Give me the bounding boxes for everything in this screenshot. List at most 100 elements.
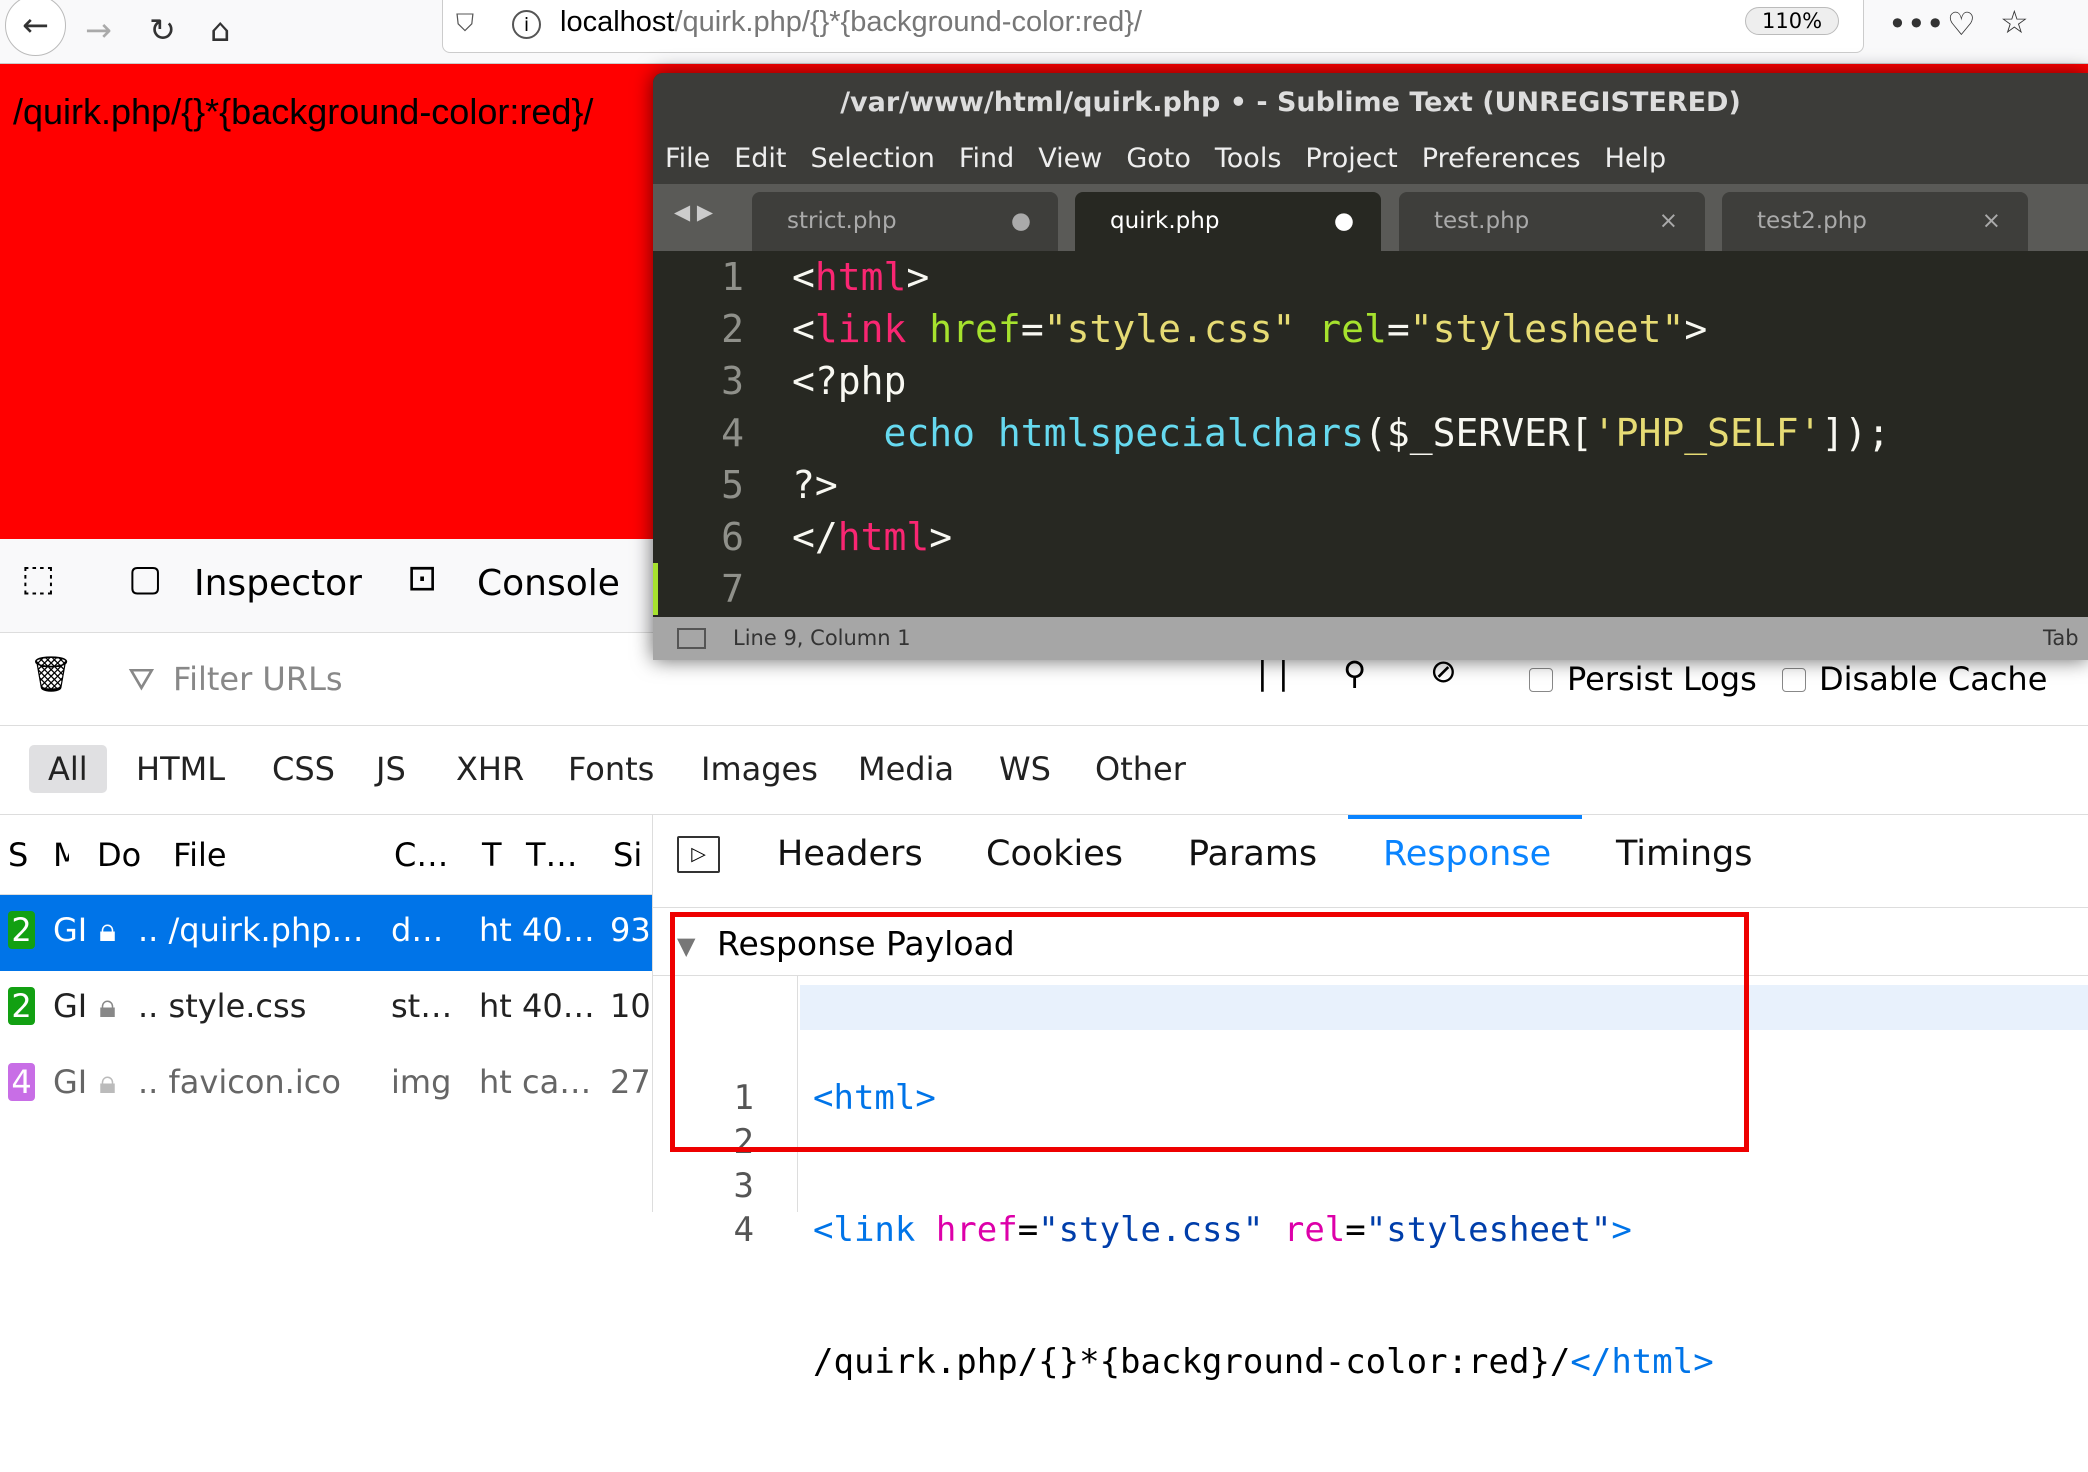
lock-icon: 🔒︎ bbox=[99, 987, 117, 1025]
tab-response[interactable]: Response bbox=[1383, 834, 1551, 874]
pick-element-icon[interactable]: ⬚ bbox=[21, 558, 55, 599]
reload-button[interactable]: ↻ bbox=[149, 11, 176, 49]
zoom-level[interactable]: 110% bbox=[1745, 7, 1840, 35]
browser-toolbar: ← → ↻ ⌂ ⛉ i localhost/quirk.php/{}*{back… bbox=[0, 0, 2088, 64]
persist-logs-checkbox[interactable] bbox=[1529, 668, 1553, 692]
request-row[interactable]: 2 GI 🔒︎ .. /quirk.php… d… ht 40… 93 bbox=[0, 895, 652, 971]
status-badge: 4 bbox=[8, 1063, 35, 1101]
info-icon[interactable]: i bbox=[512, 10, 541, 39]
status-badge: 2 bbox=[8, 911, 35, 949]
forward-button[interactable]: → bbox=[85, 11, 112, 49]
request-row[interactable]: 2 GI 🔒︎ .. style.css st… ht 40… 10 bbox=[0, 971, 652, 1047]
menu-edit[interactable]: Edit bbox=[734, 143, 786, 174]
tab-inspector[interactable]: Inspector bbox=[194, 563, 362, 604]
menu-find[interactable]: Find bbox=[959, 143, 1014, 174]
pocket-icon[interactable]: ♡ bbox=[1947, 5, 1976, 43]
filter-css[interactable]: CSS bbox=[253, 745, 354, 793]
url-bar[interactable]: ⛉ i localhost/quirk.php/{}*{background-c… bbox=[442, 0, 1864, 53]
menu-project[interactable]: Project bbox=[1305, 143, 1397, 174]
filter-html[interactable]: HTML bbox=[117, 745, 244, 793]
menu-selection[interactable]: Selection bbox=[810, 143, 934, 174]
lock-icon: 🔒︎ bbox=[99, 911, 117, 949]
menu-view[interactable]: View bbox=[1038, 143, 1102, 174]
col-domain[interactable]: Do bbox=[97, 836, 145, 874]
tab-headers[interactable]: Headers bbox=[777, 834, 923, 874]
tab-timings[interactable]: Timings bbox=[1616, 834, 1752, 874]
request-row[interactable]: 4 GI 🔒︎ .. favicon.ico img ht ca… 27 bbox=[0, 1047, 652, 1123]
code-editor[interactable]: 1 <html> 2 <link href="style.css" rel="sty… bbox=[653, 251, 2088, 617]
highlight-box bbox=[670, 912, 1749, 1152]
toggle-sidebar-icon[interactable]: ▷ bbox=[677, 836, 720, 873]
tab-params[interactable]: Params bbox=[1188, 834, 1317, 874]
tab-console[interactable]: Console bbox=[477, 563, 620, 604]
tab-cookies[interactable]: Cookies bbox=[986, 834, 1123, 874]
request-list: S M Do File C… T T… Si 2 GI 🔒︎ .. /quirk… bbox=[0, 815, 653, 1212]
tab-quirk-php[interactable]: quirk.php ● bbox=[1075, 192, 1381, 251]
cause: d… bbox=[391, 911, 444, 949]
disable-cache-checkbox[interactable] bbox=[1782, 668, 1806, 692]
filter-all[interactable]: All bbox=[29, 745, 107, 793]
tab-test2-php[interactable]: test2.php × bbox=[1722, 192, 2028, 251]
transferred: ht ca… bbox=[479, 1063, 592, 1101]
filter-images[interactable]: Images bbox=[682, 745, 837, 793]
request-list-header: S M Do File C… T T… Si bbox=[0, 815, 652, 895]
file: .. favicon.ico bbox=[138, 1063, 341, 1101]
cause: img bbox=[391, 1063, 452, 1101]
url-host: localhost bbox=[560, 6, 675, 38]
close-icon: × bbox=[1658, 208, 1678, 234]
more-icon[interactable]: ••• bbox=[1888, 5, 1945, 43]
disable-cache-label: Disable Cache bbox=[1819, 660, 2048, 698]
menu-tools[interactable]: Tools bbox=[1215, 143, 1282, 174]
filter-fonts[interactable]: Fonts bbox=[549, 745, 673, 793]
method: GI bbox=[53, 1063, 88, 1101]
menu-file[interactable]: File bbox=[665, 143, 710, 174]
col-size[interactable]: Si bbox=[613, 836, 642, 874]
request-type-filters: All HTML CSS JS XHR Fonts Images Media W… bbox=[0, 726, 2088, 815]
cause: st… bbox=[391, 987, 453, 1025]
method: GI bbox=[53, 911, 88, 949]
trash-icon[interactable]: 🗑 bbox=[29, 654, 73, 695]
method: GI bbox=[53, 987, 88, 1025]
home-button[interactable]: ⌂ bbox=[210, 11, 230, 49]
col-file[interactable]: File bbox=[173, 836, 227, 874]
tab-size[interactable]: Tab bbox=[2043, 617, 2079, 660]
sublime-title: /var/www/html/quirk.php • - Sublime Text… bbox=[653, 73, 2088, 133]
status-badge: 2 bbox=[8, 987, 35, 1025]
inspector-icon: ▢ bbox=[128, 558, 163, 599]
console-icon: ⊡ bbox=[407, 558, 438, 599]
devtools-toolbar: ⬚ ▢ Inspector ⊡ Console bbox=[0, 539, 653, 633]
cursor-position: Line 9, Column 1 bbox=[733, 626, 911, 650]
transferred: ht 40… bbox=[479, 987, 595, 1025]
filter-icon: ⛛ bbox=[128, 660, 155, 698]
col-cause[interactable]: C… bbox=[394, 836, 448, 874]
filter-urls-input[interactable]: Filter URLs bbox=[173, 660, 343, 698]
close-icon: × bbox=[1981, 208, 2001, 234]
menu-help[interactable]: Help bbox=[1605, 143, 1667, 174]
page-text: /quirk.php/{}*{background-color:red}/ bbox=[13, 91, 594, 132]
filter-ws[interactable]: WS bbox=[980, 745, 1070, 793]
col-transferred[interactable]: T… bbox=[526, 836, 578, 874]
menu-goto[interactable]: Goto bbox=[1126, 143, 1191, 174]
sublime-tabs: ◀ ▶ strict.php ● quirk.php ● test.php × tes… bbox=[653, 184, 2088, 251]
col-status[interactable]: S bbox=[8, 836, 28, 874]
persist-logs-label: Persist Logs bbox=[1567, 660, 1757, 698]
sublime-menu: File Edit Selection Find View Goto Tools Projec… bbox=[653, 133, 2088, 184]
transferred: ht 40… bbox=[479, 911, 595, 949]
filter-other[interactable]: Other bbox=[1076, 745, 1205, 793]
filter-js[interactable]: JS bbox=[357, 745, 425, 793]
tab-test-php[interactable]: test.php × bbox=[1399, 192, 1705, 251]
panel-icon[interactable] bbox=[677, 628, 706, 649]
file: .. style.css bbox=[138, 987, 307, 1025]
tab-scroll-arrows-icon[interactable]: ◀ ▶ bbox=[674, 200, 713, 224]
back-button[interactable]: ← bbox=[5, 0, 66, 56]
sublime-window: /var/www/html/quirk.php • - Sublime Text… bbox=[653, 73, 2088, 660]
col-type[interactable]: T bbox=[482, 836, 502, 874]
col-method[interactable]: M bbox=[53, 836, 69, 874]
size: 10 bbox=[610, 987, 651, 1025]
filter-media[interactable]: Media bbox=[839, 745, 973, 793]
tab-strict-php[interactable]: strict.php ● bbox=[752, 192, 1058, 251]
file: .. /quirk.php… bbox=[138, 911, 364, 949]
menu-preferences[interactable]: Preferences bbox=[1422, 143, 1581, 174]
filter-xhr[interactable]: XHR bbox=[437, 745, 543, 793]
bookmark-star-icon[interactable]: ☆ bbox=[2000, 3, 2029, 41]
